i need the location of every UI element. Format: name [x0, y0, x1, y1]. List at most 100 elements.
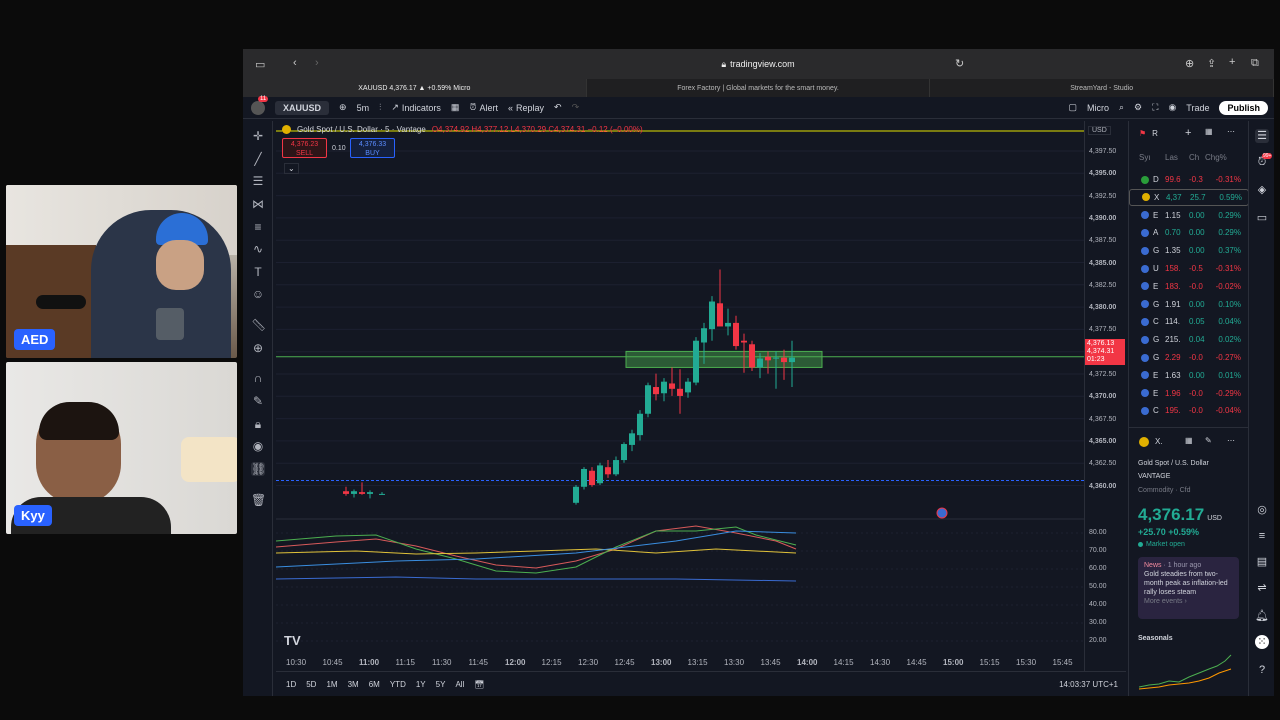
- settings-icon[interactable]: ⚙︎: [1134, 102, 1142, 113]
- watchlist-row[interactable]: G 1.35 0.00 0.37%: [1129, 242, 1249, 259]
- sell-button[interactable]: 4,376.23 SELL: [282, 138, 327, 158]
- col-symbol[interactable]: Syı: [1139, 153, 1165, 162]
- address-bar[interactable]: 🔒︎ tradingview.com: [548, 55, 968, 73]
- edit-icon[interactable]: ✎: [1205, 436, 1212, 445]
- sidebar-toggle-icon[interactable]: ▭: [255, 58, 265, 71]
- fullscreen-icon[interactable]: ⛶: [1152, 102, 1158, 113]
- pattern-icon[interactable]: ⋈: [251, 197, 265, 211]
- target-icon[interactable]: ◎: [1255, 503, 1269, 517]
- zoom-icon[interactable]: ⊕: [251, 341, 265, 355]
- range-5y[interactable]: 5Y: [436, 680, 446, 689]
- symbol-name[interactable]: Gold Spot / U.S. Dollar: [1138, 460, 1209, 467]
- fib-icon[interactable]: ≡: [251, 220, 265, 234]
- share-icon[interactable]: ⇪: [1207, 57, 1216, 70]
- indicators-button[interactable]: ↗ Indicators: [391, 102, 441, 113]
- buy-button[interactable]: 4,376.33 BUY: [350, 138, 395, 158]
- trendline-icon[interactable]: ╱: [251, 152, 265, 166]
- watchlist-row[interactable]: C 195. -0.0 -0.04%: [1129, 402, 1249, 419]
- camera-icon[interactable]: ◉: [1168, 102, 1176, 113]
- emoji-icon[interactable]: ☺: [251, 287, 265, 301]
- calendar-icon[interactable]: ▤: [1255, 555, 1269, 569]
- compare-icon[interactable]: ⊕: [339, 102, 347, 113]
- chart-pane[interactable]: 10:30 10:45 11:00 11:15 11:30 11:45 12:00 12:15…: [276, 121, 1084, 671]
- new-tab-icon[interactable]: +: [1229, 56, 1235, 68]
- range-all[interactable]: All: [455, 680, 464, 689]
- symbol-search[interactable]: XAUUSD: [275, 100, 330, 115]
- details-more-icon[interactable]: ⋯: [1227, 436, 1235, 445]
- currency-label[interactable]: USD: [1088, 126, 1111, 135]
- tab-streamyard[interactable]: StreamYard - Studio: [930, 79, 1274, 97]
- link-icon[interactable]: ⛓︎: [251, 462, 266, 476]
- col-change-pct[interactable]: Chg%: [1205, 153, 1233, 162]
- trading-panel-icon[interactable]: ≡: [1255, 529, 1269, 543]
- collapse-chevron-icon[interactable]: ⌄: [284, 163, 299, 174]
- range-6m[interactable]: 6M: [369, 680, 380, 689]
- tab-overview-icon[interactable]: ⧉: [1251, 57, 1259, 70]
- undo-icon[interactable]: ↶: [554, 102, 562, 113]
- redo-icon[interactable]: ↷: [572, 102, 580, 113]
- horizontal-lines-icon[interactable]: ☰: [251, 174, 265, 188]
- magnet-icon[interactable]: ∩: [251, 371, 265, 385]
- watchlist-row[interactable]: U 158. -0.5 -0.31%: [1129, 260, 1249, 277]
- seasonals-title[interactable]: Seasonals: [1138, 635, 1173, 642]
- watchlist-row[interactable]: E 1.15 0.00 0.29%: [1129, 207, 1249, 224]
- forward-icon[interactable]: ›: [315, 57, 319, 69]
- replay-button[interactable]: «Replay: [508, 103, 544, 113]
- range-1m[interactable]: 1M: [326, 680, 337, 689]
- search-icon[interactable]: ⌕: [1119, 102, 1124, 113]
- layers-icon[interactable]: ◈: [1255, 183, 1269, 197]
- templates-icon[interactable]: ▦: [451, 102, 460, 113]
- range-5d[interactable]: 5D: [306, 680, 316, 689]
- watchlist-row[interactable]: E 1.96 -0.0 -0.29%: [1129, 385, 1249, 402]
- alert-button[interactable]: ⏰︎ Alert: [469, 102, 498, 113]
- layout-icon[interactable]: ▢: [1068, 102, 1077, 113]
- range-ytd[interactable]: YTD: [390, 680, 406, 689]
- details-layout-icon[interactable]: ▦: [1185, 436, 1193, 445]
- watchlist-row[interactable]: G 215. 0.04 0.02%: [1129, 331, 1249, 348]
- watchlist-icon[interactable]: ☰: [1255, 129, 1269, 143]
- details-symbol[interactable]: X.: [1155, 437, 1163, 446]
- watchlist-row[interactable]: C 114. 0.05 0.04%: [1129, 313, 1249, 330]
- news-more[interactable]: More events ›: [1144, 597, 1233, 606]
- reload-icon[interactable]: ↻: [955, 57, 964, 70]
- watchlist-row[interactable]: X 4,37 25.7 0.59%: [1129, 188, 1249, 206]
- add-symbol-icon[interactable]: +: [1185, 127, 1191, 139]
- avatar[interactable]: 11: [251, 95, 269, 115]
- crosshair-icon[interactable]: ✛: [251, 129, 265, 143]
- back-icon[interactable]: ‹: [293, 57, 297, 69]
- range-1y[interactable]: 1Y: [416, 680, 426, 689]
- chart-type-icon[interactable]: ⫶: [379, 102, 381, 113]
- interval-button[interactable]: 5m: [357, 103, 370, 113]
- more-icon[interactable]: ⋯: [1227, 127, 1235, 136]
- pencil-lock-icon[interactable]: ✎: [251, 394, 265, 408]
- watchlist-row[interactable]: D 99.6 -0.3 -0.31%: [1129, 171, 1249, 188]
- watchlist-row[interactable]: A 0.70 0.00 0.29%: [1129, 224, 1249, 241]
- col-last[interactable]: Las: [1165, 153, 1189, 162]
- ruler-icon[interactable]: 📏︎: [251, 318, 266, 332]
- watchlist-row[interactable]: E 1.63 0.00 0.01%: [1129, 367, 1249, 384]
- ideas-icon[interactable]: ⇌: [1255, 581, 1269, 595]
- news-card[interactable]: News · 1 hour ago Gold steadies from two…: [1138, 557, 1239, 619]
- advanced-view-icon[interactable]: ▦: [1205, 127, 1213, 136]
- notifications-icon[interactable]: 🔔︎: [1255, 609, 1269, 623]
- layout-name[interactable]: Micro: [1087, 103, 1109, 113]
- trade-button[interactable]: Trade: [1186, 103, 1209, 113]
- col-change[interactable]: Ch: [1189, 153, 1205, 162]
- help-icon[interactable]: ?: [1255, 663, 1269, 677]
- tab-forexfactory[interactable]: Forex Factory | Global markets for the s…: [587, 79, 931, 97]
- watchlist-row[interactable]: E 183. -0.0 -0.02%: [1129, 278, 1249, 295]
- chat-icon[interactable]: ▭: [1255, 211, 1269, 225]
- eye-icon[interactable]: ◉: [251, 439, 265, 453]
- downloads-icon[interactable]: ⊕: [1185, 57, 1194, 70]
- brush-icon[interactable]: ∿: [251, 242, 265, 256]
- clock[interactable]: 14:03:37 UTC+1: [1059, 680, 1118, 689]
- goto-date-icon[interactable]: 📅︎: [474, 680, 484, 689]
- apps-icon[interactable]: ⁙: [1255, 635, 1269, 649]
- publish-button[interactable]: Publish: [1219, 100, 1268, 115]
- range-1d[interactable]: 1D: [286, 680, 296, 689]
- tab-tradingview[interactable]: XAUUSD 4,376.17 ▲ +0.59% Micro: [243, 79, 587, 97]
- range-3m[interactable]: 3M: [348, 680, 359, 689]
- trash-icon[interactable]: 🗑︎: [251, 493, 266, 507]
- watchlist-name[interactable]: R: [1152, 129, 1158, 138]
- text-icon[interactable]: T: [251, 265, 265, 279]
